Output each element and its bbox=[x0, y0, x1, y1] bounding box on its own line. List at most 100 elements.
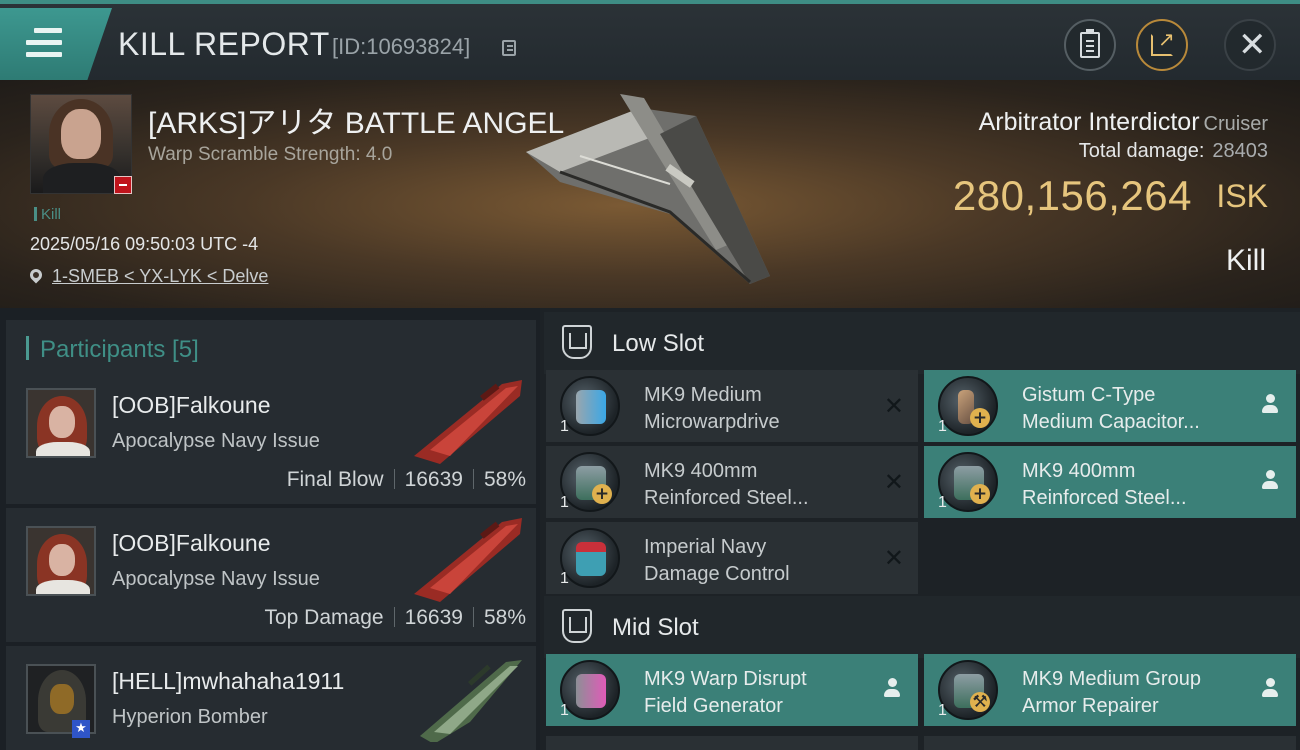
participant-ship-image bbox=[414, 380, 522, 464]
participant-name: [HELL]mwhahaha1911 bbox=[112, 668, 345, 694]
module-name: MK9 400mm Reinforced Steel... bbox=[1022, 460, 1187, 509]
armor-plate-icon: + bbox=[560, 452, 620, 512]
armor-plate-icon: + bbox=[938, 452, 998, 512]
dropped-person-icon bbox=[884, 678, 900, 700]
total-damage-label: Total damage: bbox=[1078, 140, 1205, 162]
participant-row[interactable]: [OOB]Falkoune Apocalypse Navy Issue Fina… bbox=[6, 370, 536, 504]
destroyed-icon: ✕ bbox=[883, 468, 904, 496]
menu-button[interactable] bbox=[0, 8, 112, 80]
module-name: Gistum C-Type Medium Capacitor... bbox=[1022, 384, 1200, 433]
participants-header: Participants [5] bbox=[6, 320, 536, 376]
report-id: [ID:10693824] bbox=[332, 34, 471, 59]
low-slot-title: Low Slot bbox=[612, 330, 705, 357]
participant-percent: 58% bbox=[483, 468, 526, 491]
module-item[interactable]: 1 Imperial Navy Damage Control ✕ bbox=[546, 522, 918, 594]
location-link[interactable]: 1-SMEB < YX-LYK < Delve bbox=[52, 266, 268, 286]
module-name: MK9 Warp Disrupt Field Generator bbox=[644, 668, 807, 717]
star-badge-icon: ★ bbox=[72, 720, 90, 738]
share-button[interactable] bbox=[1136, 19, 1188, 71]
warp-disruptor-icon bbox=[560, 660, 620, 720]
ship-name-text: Arbitrator Interdictor bbox=[978, 108, 1200, 136]
module-item[interactable]: + 1 MK9 400mm Reinforced Steel... ✕ bbox=[546, 446, 918, 518]
clipboard-icon bbox=[1080, 29, 1100, 58]
module-name: MK9 400mm Reinforced Steel... bbox=[644, 460, 809, 509]
warp-scramble-strength: Warp Scramble Strength: 4.0 bbox=[148, 144, 393, 165]
participants-title: Participants [5] bbox=[40, 336, 199, 363]
total-damage-value: 28403 bbox=[1212, 140, 1268, 162]
kill-result: Kill bbox=[1225, 244, 1266, 277]
participant-damage: 16639 bbox=[404, 468, 463, 491]
module-name: Imperial Navy Damage Control bbox=[644, 536, 790, 585]
participant-name: [OOB]Falkoune bbox=[112, 392, 271, 418]
participant-ship: Apocalypse Navy Issue bbox=[112, 568, 320, 590]
armor-repairer-icon: ⚒ bbox=[938, 660, 998, 720]
fitting-panel: Low Slot 1 MK9 Medium Microwarpdrive ✕ + … bbox=[540, 308, 1300, 750]
module-quantity: 1 bbox=[560, 418, 569, 435]
victim-panel: [ARKS]アリタ BATTLE ANGEL Warp Scramble Str… bbox=[0, 80, 1300, 308]
module-item[interactable]: + 1 MK9 400mm Reinforced Steel... bbox=[924, 446, 1296, 518]
participant-ship-image bbox=[414, 518, 522, 602]
participant-role: Top Damage bbox=[264, 606, 384, 629]
close-icon: ✕ bbox=[1238, 25, 1267, 65]
hamburger-icon bbox=[26, 28, 62, 58]
ship-class: Cruiser bbox=[1203, 113, 1268, 135]
module-item[interactable]: ⚒ 1 MK9 Medium Group Armor Repairer bbox=[924, 654, 1296, 726]
close-button[interactable]: ✕ bbox=[1224, 19, 1276, 71]
module-quantity: 1 bbox=[938, 418, 947, 435]
module-name: MK9 Medium Group Armor Repairer bbox=[1022, 668, 1201, 717]
module-quantity: 1 bbox=[938, 494, 947, 511]
module-quantity: 1 bbox=[560, 702, 569, 719]
participant-avatar[interactable] bbox=[26, 526, 96, 596]
participant-stats: Final Blow 16639 58% bbox=[287, 468, 526, 492]
low-slot-icon bbox=[562, 325, 592, 359]
destroyed-icon: ✕ bbox=[883, 544, 904, 572]
module-item[interactable]: 1 MK9 Medium Microwarpdrive ✕ bbox=[546, 370, 918, 442]
participant-role: Final Blow bbox=[286, 468, 384, 491]
participant-stats: Top Damage 16639 58% bbox=[264, 606, 526, 630]
mid-slot-header: Mid Slot bbox=[544, 596, 1300, 658]
damage-control-icon bbox=[560, 528, 620, 588]
mid-slot-title: Mid Slot bbox=[612, 614, 699, 641]
module-item[interactable]: + 1 Gistum C-Type Medium Capacitor... bbox=[924, 370, 1296, 442]
isk-value: 280,156,264 bbox=[952, 172, 1192, 219]
participant-percent: 58% bbox=[483, 606, 526, 629]
dropped-person-icon bbox=[1262, 394, 1278, 416]
dropped-person-icon bbox=[1262, 678, 1278, 700]
kill-tag: Kill bbox=[34, 206, 61, 223]
share-icon bbox=[1151, 27, 1175, 56]
victim-ship-name: Arbitrator Interdictor Cruiser bbox=[979, 108, 1268, 137]
participant-damage: 16639 bbox=[404, 606, 463, 629]
microwarpdrive-icon bbox=[560, 376, 620, 436]
dropped-person-icon bbox=[1262, 470, 1278, 492]
module-name: MK9 Medium Microwarpdrive bbox=[644, 384, 780, 433]
participant-ship: Hyperion Bomber bbox=[112, 706, 268, 728]
participant-avatar[interactable] bbox=[26, 388, 96, 458]
destroyed-icon: ✕ bbox=[883, 392, 904, 420]
participants-panel: Participants [5] [OOB]Falkoune Apocalyps… bbox=[0, 308, 540, 750]
victim-name: [ARKS]アリタ BATTLE ANGEL bbox=[148, 107, 565, 140]
module-item[interactable]: 1 MK9 Warp Disrupt Field Generator bbox=[546, 654, 918, 726]
participant-ship-image bbox=[420, 660, 522, 742]
participant-ship: Apocalypse Navy Issue bbox=[112, 430, 320, 452]
standing-badge bbox=[114, 176, 132, 194]
module-item-partial[interactable] bbox=[546, 736, 918, 750]
participant-name: [OOB]Falkoune bbox=[112, 530, 271, 556]
location-pin-icon bbox=[27, 266, 45, 284]
module-quantity: 1 bbox=[560, 494, 569, 511]
module-quantity: 1 bbox=[560, 570, 569, 587]
kill-datetime: 2025/05/16 09:50:03 UTC -4 bbox=[30, 234, 259, 254]
low-slot-header: Low Slot bbox=[544, 312, 1300, 374]
copy-icon[interactable] bbox=[502, 40, 516, 56]
total-damage: Total damage: 28403 bbox=[1079, 140, 1268, 163]
module-item-partial[interactable] bbox=[924, 736, 1296, 750]
kill-location[interactable]: 1-SMEB < YX-LYK < Delve bbox=[27, 266, 268, 287]
page-title: KILL REPORT bbox=[118, 26, 330, 62]
victim-ship-image bbox=[526, 94, 770, 284]
participant-row[interactable]: ★ [HELL]mwhahaha1911 Hyperion Bomber bbox=[6, 646, 536, 750]
isk-label: ISK bbox=[1216, 178, 1268, 214]
clipboard-button[interactable] bbox=[1064, 19, 1116, 71]
top-bar: KILL REPORT [ID:10693824] ✕ bbox=[0, 0, 1300, 80]
participant-row[interactable]: [OOB]Falkoune Apocalypse Navy Issue Top … bbox=[6, 508, 536, 642]
capacitor-icon: + bbox=[938, 376, 998, 436]
module-quantity: 1 bbox=[938, 702, 947, 719]
